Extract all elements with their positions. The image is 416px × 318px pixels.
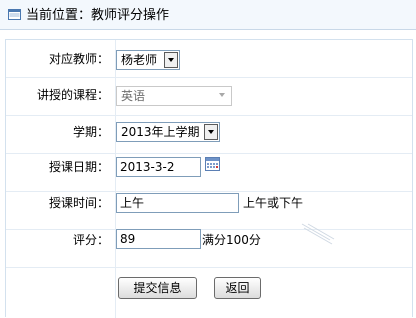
course-select-value: 英语: [121, 89, 146, 103]
score-form: [5, 39, 413, 318]
column-divider: [115, 40, 116, 318]
score-hint: 满分100分: [202, 233, 261, 247]
time-hint: 上午或下午: [243, 196, 304, 210]
calendar-icon[interactable]: [205, 157, 220, 171]
score-input[interactable]: 89: [116, 229, 201, 249]
dropdown-arrow-icon[interactable]: [204, 124, 218, 140]
teacher-label: 对应教师：: [48, 52, 109, 66]
date-input[interactable]: 2013-3-2: [116, 157, 201, 177]
teacher-select-value: 杨老师: [121, 53, 158, 67]
score-label: 评分：: [72, 233, 109, 247]
course-select[interactable]: 英语: [116, 86, 232, 106]
dropdown-arrow-icon[interactable]: [216, 88, 230, 104]
form-row-actions: [6, 268, 412, 318]
time-input[interactable]: 上午: [116, 193, 239, 213]
dropdown-arrow-icon[interactable]: [164, 52, 178, 68]
semester-select-value: 2013年上学期: [121, 125, 200, 139]
page-title: 当前位置：教师评分操作: [26, 8, 170, 23]
date-label: 授课日期：: [48, 160, 109, 174]
decorative-hatch: [301, 223, 335, 245]
back-button[interactable]: 返回: [214, 277, 261, 299]
window-icon: [8, 9, 21, 20]
submit-button[interactable]: 提交信息: [118, 277, 197, 299]
teacher-select[interactable]: 杨老师: [116, 50, 180, 70]
course-label: 讲授的课程：: [36, 88, 109, 102]
time-label: 授课时间：: [48, 196, 109, 210]
semester-select[interactable]: 2013年上学期: [116, 122, 220, 142]
location-header: 当前位置：教师评分操作: [0, 0, 416, 30]
semester-label: 学期：: [72, 125, 109, 139]
